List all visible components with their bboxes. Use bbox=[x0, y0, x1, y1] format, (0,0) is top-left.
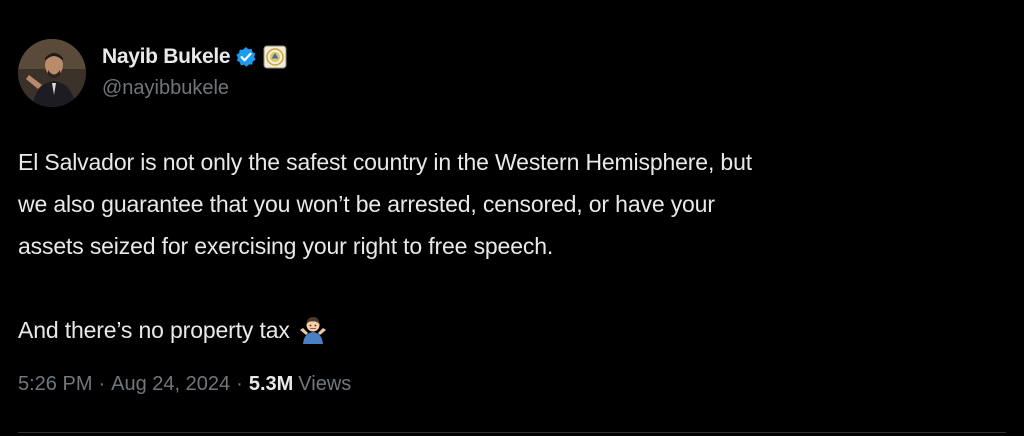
author-name-row: Nayib Bukele bbox=[102, 42, 287, 72]
tweet-text-line: And there’s no property tax bbox=[18, 317, 290, 343]
meta-separator: · bbox=[236, 373, 243, 395]
avatar[interactable] bbox=[18, 39, 86, 107]
author-handle[interactable]: @nayibbukele bbox=[102, 77, 229, 100]
tweet-card: Nayib Bukele @nayibbukele El Salvador is… bbox=[0, 0, 1024, 436]
government-seal-icon[interactable] bbox=[263, 45, 287, 69]
tweet-text-line: El Salvador is not only the safest count… bbox=[18, 149, 752, 175]
person-shrugging-emoji bbox=[298, 314, 328, 344]
meta-separator: · bbox=[98, 373, 106, 395]
views-label: Views bbox=[298, 373, 352, 395]
avatar-photo-icon bbox=[18, 39, 86, 107]
tweet-time[interactable]: 5:26 PM bbox=[18, 373, 92, 396]
tweet-text-line: assets seized for exercising your right … bbox=[18, 233, 554, 259]
tweet-text-line: we also guarantee that you won’t be arre… bbox=[18, 191, 715, 217]
tweet-text-last-line: And there’s no property tax bbox=[18, 309, 1008, 351]
tweet-text: El Salvador is not only the safest count… bbox=[18, 141, 1008, 351]
views-count: 5.3M bbox=[248, 373, 294, 395]
author-display-name[interactable]: Nayib Bukele bbox=[102, 45, 231, 69]
tweet-date[interactable]: Aug 24, 2024 bbox=[111, 373, 230, 396]
divider bbox=[18, 432, 1006, 433]
tweet-meta: 5:26 PM · Aug 24, 2024 · 5.3M Views bbox=[18, 373, 351, 396]
verified-badge-icon[interactable] bbox=[235, 46, 257, 68]
